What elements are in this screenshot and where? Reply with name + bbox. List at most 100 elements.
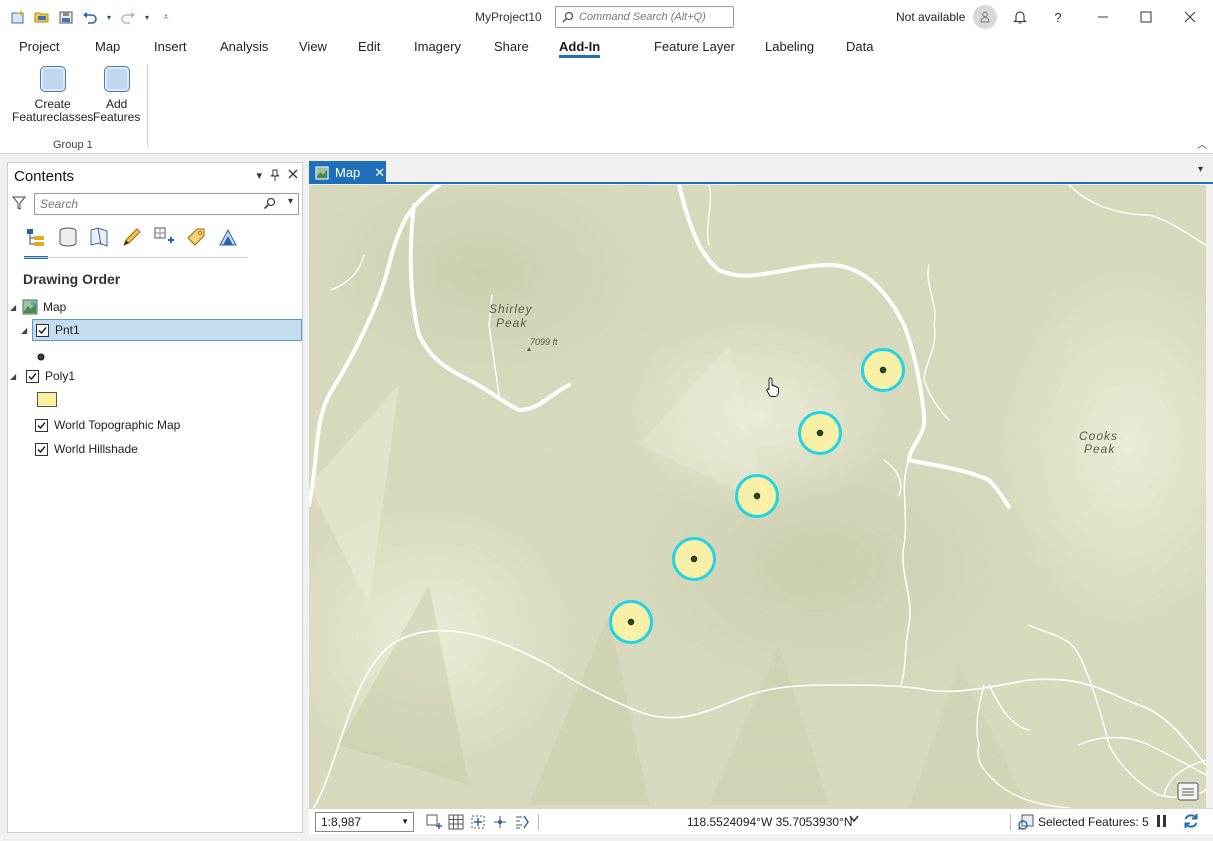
layer-visibility-checkbox[interactable] xyxy=(36,323,49,337)
undo-icon[interactable] xyxy=(80,7,100,27)
coordinate-readout[interactable]: 118.5524094°W 35.7053930°N xyxy=(687,815,853,829)
pane-controls: ▾ xyxy=(256,169,298,184)
pane-options-icon[interactable]: ▾ xyxy=(256,169,262,184)
data-source-tab-icon[interactable] xyxy=(56,225,80,249)
layer-visibility-checkbox[interactable] xyxy=(35,418,48,432)
contents-pane: Contents ▾ Search ▾ Drawing Order ◢ Map … xyxy=(7,162,303,833)
select-features-icon xyxy=(1018,814,1034,830)
tab-insert[interactable]: Insert xyxy=(154,39,187,54)
new-project-icon[interactable] xyxy=(8,7,28,27)
point-feature[interactable] xyxy=(735,474,779,518)
tab-map-view[interactable]: Map ✕ xyxy=(309,161,386,184)
account-status[interactable]: Not available xyxy=(896,10,965,24)
user-icon xyxy=(980,11,990,23)
customize-toolbar-icon[interactable]: ⩡ xyxy=(156,7,176,27)
point-feature[interactable] xyxy=(672,537,716,581)
layer-world-topographic-map[interactable]: World Topographic Map xyxy=(8,414,302,436)
pause-drawing-icon[interactable] xyxy=(1156,814,1168,831)
notifications-bell-icon[interactable] xyxy=(1011,8,1029,26)
ribbon-tabs: Project Map Insert Analysis View Edit Im… xyxy=(0,34,1213,93)
point-feature[interactable] xyxy=(609,600,653,644)
close-icon[interactable] xyxy=(1181,8,1199,26)
charts-tab-icon[interactable] xyxy=(216,225,240,249)
create-featureclasses-button[interactable]: Create Featureclasses xyxy=(12,66,93,124)
snapping-tab-icon[interactable] xyxy=(152,225,176,249)
contents-search-input[interactable]: Search ▾ xyxy=(34,193,299,215)
layer-pnt1[interactable]: ◢ Pnt1 xyxy=(21,319,302,341)
quick-access-toolbar: ▾ ▾ ⩡ xyxy=(0,7,176,27)
layer-map-label: Map xyxy=(43,300,67,314)
selected-features-indicator[interactable]: Selected Features: 5 xyxy=(1018,814,1149,830)
save-project-icon[interactable] xyxy=(56,7,76,27)
help-icon[interactable]: ? xyxy=(1049,8,1067,26)
chevron-down-icon[interactable]: ▾ xyxy=(288,196,293,207)
tab-imagery[interactable]: Imagery xyxy=(414,39,461,54)
layer-visibility-checkbox[interactable] xyxy=(26,369,39,383)
search-icon xyxy=(562,11,574,23)
correction-icon[interactable] xyxy=(514,814,530,830)
command-search-input[interactable]: Command Search (Alt+Q) xyxy=(555,6,734,28)
scale-selector[interactable]: 1:8,987 ▼ xyxy=(315,812,414,832)
fixed-zoom-icon[interactable] xyxy=(426,814,442,830)
point-feature[interactable] xyxy=(798,411,842,455)
editing-tab-icon[interactable] xyxy=(120,225,144,249)
refresh-icon[interactable] xyxy=(1182,812,1200,833)
tab-edit[interactable]: Edit xyxy=(358,39,380,54)
grid-icon[interactable] xyxy=(448,814,464,830)
create-featureclasses-label-2: Featureclasses xyxy=(12,110,94,124)
pin-icon[interactable] xyxy=(270,169,280,184)
layer-map[interactable]: ◢ Map xyxy=(8,296,302,318)
labeling-tab-icon[interactable] xyxy=(184,225,208,249)
filter-icon[interactable] xyxy=(11,196,27,213)
expand-triangle-icon[interactable]: ◢ xyxy=(21,326,33,335)
open-project-icon[interactable] xyxy=(32,7,52,27)
layer-topo-label: World Topographic Map xyxy=(54,418,181,432)
layer-world-hillshade[interactable]: World Hillshade xyxy=(8,438,302,460)
tab-analysis[interactable]: Analysis xyxy=(220,39,268,54)
search-icon xyxy=(263,197,276,213)
minimize-icon[interactable] xyxy=(1094,8,1112,26)
close-tab-icon[interactable]: ✕ xyxy=(374,165,385,181)
constraints-icon[interactable] xyxy=(492,814,508,830)
map-icon xyxy=(315,165,329,180)
point-symbol-icon xyxy=(37,350,45,364)
layer-pnt1-label: Pnt1 xyxy=(55,323,80,337)
chevron-down-icon[interactable]: ▾ xyxy=(1198,164,1203,175)
redo-icon[interactable] xyxy=(118,7,138,27)
selection-tab-icon[interactable] xyxy=(88,225,112,249)
tab-data[interactable]: Data xyxy=(846,39,873,54)
tab-share[interactable]: Share xyxy=(494,39,529,54)
redo-dropdown-icon[interactable]: ▾ xyxy=(142,7,152,27)
tab-add-in[interactable]: Add-In xyxy=(559,39,601,58)
addin-button-icon xyxy=(103,66,130,92)
map-view[interactable]: Shirley Peak Cooks Peak 7099 ft xyxy=(309,185,1206,808)
expand-triangle-icon[interactable]: ◢ xyxy=(10,372,22,381)
status-separator xyxy=(1010,814,1011,830)
view-tabs-divider xyxy=(24,257,248,258)
expand-triangle-icon[interactable]: ◢ xyxy=(10,303,22,312)
tab-labeling[interactable]: Labeling xyxy=(765,39,814,54)
undo-dropdown-icon[interactable]: ▾ xyxy=(104,7,114,27)
tab-project[interactable]: Project xyxy=(19,39,59,54)
polygon-symbol-icon xyxy=(37,392,57,407)
layer-visibility-checkbox[interactable] xyxy=(35,442,48,456)
snapping-icon[interactable] xyxy=(470,814,486,830)
overview-toggle-icon[interactable] xyxy=(1177,782,1199,801)
drawing-order-tab-icon[interactable] xyxy=(24,225,48,259)
close-pane-icon[interactable] xyxy=(288,169,298,184)
layer-poly1[interactable]: ◢ Poly1 xyxy=(8,365,302,387)
tab-view[interactable]: View xyxy=(299,39,327,54)
ribbon-group-separator xyxy=(147,64,148,148)
contents-search-placeholder: Search xyxy=(40,197,79,211)
maximize-icon[interactable] xyxy=(1137,8,1155,26)
point-feature[interactable] xyxy=(861,348,905,392)
chevron-down-icon[interactable] xyxy=(849,814,859,826)
elevation-label: 7099 ft xyxy=(530,337,558,347)
add-features-button[interactable]: Add Features xyxy=(93,66,140,124)
tab-map[interactable]: Map xyxy=(95,39,120,54)
collapse-ribbon-icon[interactable]: ︿ xyxy=(1197,136,1207,151)
avatar[interactable] xyxy=(973,5,997,29)
tab-feature-layer[interactable]: Feature Layer xyxy=(654,39,735,54)
add-features-label-2: Features xyxy=(93,110,141,124)
ribbon-body: Create Featureclasses Add Features Group… xyxy=(0,62,1213,154)
